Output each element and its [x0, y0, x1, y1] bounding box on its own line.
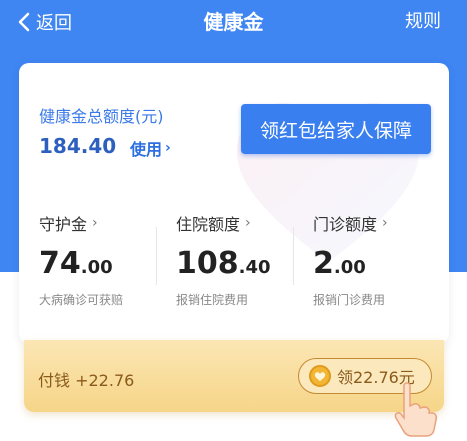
stat-description: 报销住院费用 [176, 293, 249, 307]
stat-decimal: .00 [80, 257, 113, 278]
stat-decimal: .00 [333, 257, 366, 278]
stat-integer: 2 [313, 246, 334, 281]
stat-label: 住院额度 [176, 215, 241, 234]
chevron-right-icon: › [245, 215, 251, 231]
payment-bonus-bar: 付钱 +22.76 领22.76元 [24, 340, 444, 412]
stat-integer: 74 [39, 246, 81, 281]
share-red-packet-button[interactable]: 领红包给家人保障 [241, 104, 431, 154]
pointing-hand-icon [394, 382, 438, 437]
total-amount-label: 健康金总额度(元) [39, 107, 164, 126]
total-amount-value: 184.40 [39, 134, 117, 158]
page-title: 健康金 [203, 10, 264, 34]
chevron-right-icon: › [382, 215, 388, 231]
stat-decimal: .40 [238, 257, 271, 278]
chevron-right-icon: › [92, 215, 98, 231]
stat-label: 门诊额度 [313, 215, 378, 234]
divider [156, 227, 157, 285]
health-fund-card: 健康金总额度(元) 184.40 使用 › 领红包给家人保障 守护金 › 74.0… [19, 63, 449, 343]
heart-coin-icon [309, 365, 331, 387]
stat-label: 守护金 [39, 215, 88, 234]
divider [293, 227, 294, 285]
stat-integer: 108 [176, 246, 239, 281]
nav-bar: 返回 健康金 规则 [0, 0, 467, 44]
use-link[interactable]: 使用 › [130, 136, 171, 160]
stat-guard-fund[interactable]: 守护金 › 74.00 大病确诊可获赔 [39, 211, 169, 311]
stat-outpatient-quota[interactable]: 门诊额度 › 2.00 报销门诊费用 [313, 211, 443, 311]
payment-bonus-text: 付钱 +22.76 [38, 371, 135, 390]
stat-description: 报销门诊费用 [313, 293, 386, 307]
use-link-label: 使用 [130, 140, 163, 159]
stat-hospital-quota[interactable]: 住院额度 › 108.40 报销住院费用 [176, 211, 306, 311]
rules-link[interactable]: 规则 [405, 8, 441, 36]
chevron-right-icon: › [165, 140, 171, 156]
stat-description: 大病确诊可获赔 [39, 293, 124, 307]
